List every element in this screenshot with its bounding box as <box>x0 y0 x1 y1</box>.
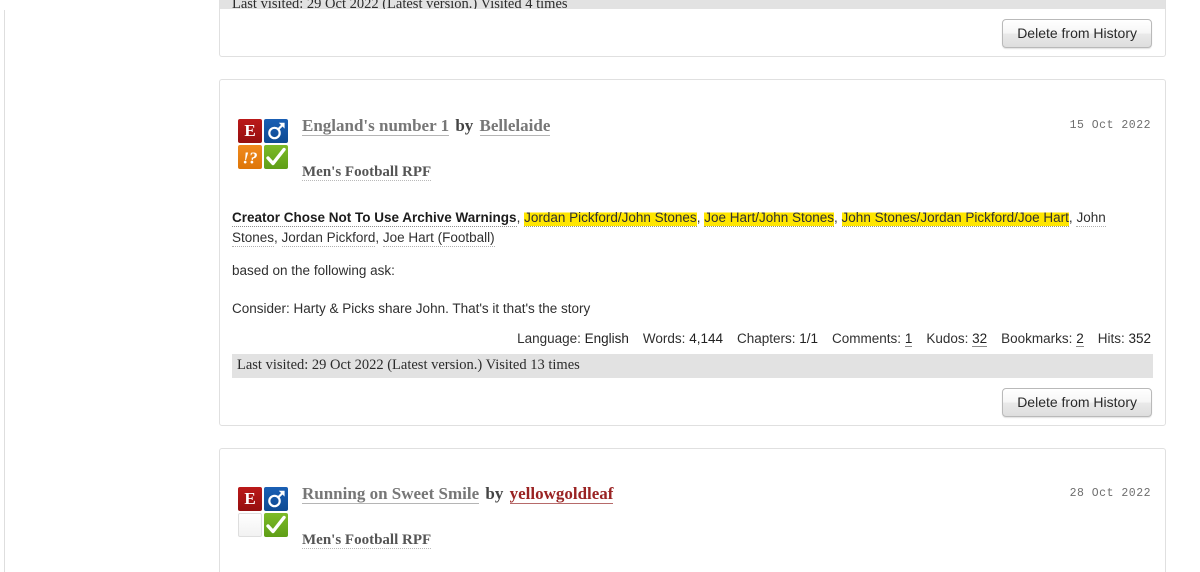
tag-link[interactable]: Joe Hart/John Stones <box>704 209 835 227</box>
work-title-link[interactable]: England's number 1 <box>302 115 450 136</box>
complete-icon[interactable] <box>264 144 288 169</box>
work-title-link[interactable]: Running on Sweet Smile <box>302 484 480 505</box>
stat-label: Hits: <box>1097 330 1129 346</box>
byline-word: by <box>455 115 474 135</box>
last-visited-banner: Last visited: 29 Oct 2022 (Latest versio… <box>232 353 1153 378</box>
work-author-link[interactable]: Bellelaide <box>479 115 551 136</box>
tag-link[interactable]: Jordan Pickford/John Stones <box>524 209 697 227</box>
stat-label: Words: <box>642 330 690 346</box>
work-item-clipped: Last visited: 29 Oct 2022 (Latest versio… <box>219 0 1166 57</box>
tag-character: Jordan Pickford <box>281 230 383 248</box>
byline-word: by <box>485 484 504 504</box>
required-tags: E !? <box>238 118 290 169</box>
history-page: Last visited: 29 Oct 2022 (Latest versio… <box>0 0 1200 572</box>
stat-label: Language: <box>517 330 585 346</box>
stat-bookmarks: Bookmarks: 2 <box>1001 330 1084 347</box>
work-author-link[interactable]: yellowgoldleaf <box>509 484 614 505</box>
work-actions: Delete from History <box>232 387 1153 417</box>
stat-label: Comments: <box>832 330 905 346</box>
work-tags-1: Creator Chose Not To Use Archive Warning… <box>232 208 1153 249</box>
tag-link[interactable]: Jordan Pickford <box>281 230 376 248</box>
work-stats-1: Language: English Words: 4,144 Chapters: 1… <box>232 330 1153 347</box>
work-fandoms: Men's Football RPF <box>302 530 1153 551</box>
stat-kudos: Kudos: 32 <box>926 330 988 347</box>
fandom-link[interactable]: Men's Football RPF <box>302 163 432 181</box>
tag-link[interactable]: John Stones/Jordan Pickford/Joe Hart <box>841 209 1069 227</box>
stat-label: Kudos: <box>926 330 973 346</box>
work-visited-date: 28 Oct 2022 <box>1069 487 1151 501</box>
work-heading: Running on Sweet Smile by yellowgoldleaf <box>302 481 1153 505</box>
tag-link[interactable]: Creator Chose Not To Use Archive Warning… <box>232 209 517 227</box>
tag-link[interactable]: Joe Hart (Football) <box>382 230 495 248</box>
work-item: E 28 Oct 2022 Running on Sweet Smile by … <box>219 447 1166 572</box>
category-mm-icon[interactable] <box>264 487 288 512</box>
work-summary-1: based on the following ask: Consider: Har… <box>232 261 1153 319</box>
tag-character: Joe Hart (Football) <box>382 230 495 248</box>
stat-value: English <box>584 330 629 346</box>
category-mm-icon[interactable] <box>264 118 288 143</box>
work-heading: England's number 1 by Bellelaide <box>302 113 1153 137</box>
fandom-link[interactable]: Men's Football RPF <box>302 532 432 550</box>
work-item: E !? 15 Oct 2022 England's number 1 by B… <box>219 79 1166 426</box>
works-list: Last visited: 29 Oct 2022 (Latest versio… <box>219 0 1166 572</box>
delete-from-history-button[interactable]: Delete from History <box>1002 19 1152 48</box>
delete-from-history-button[interactable]: Delete from History <box>1002 387 1152 417</box>
stat-label: Chapters: <box>736 330 800 346</box>
tag-relationship: Joe Hart/John Stones <box>704 209 842 227</box>
tag-relationship: John Stones/Jordan Pickford/Joe Hart <box>841 209 1076 227</box>
stat-value: 4,144 <box>689 330 723 346</box>
tag-warnings: Creator Chose Not To Use Archive Warning… <box>232 209 524 227</box>
tag-relationship: Jordan Pickford/John Stones <box>524 209 704 227</box>
stat-comments: Comments: 1 <box>832 330 913 347</box>
last-visited-banner-clipped: Last visited: 29 Oct 2022 (Latest versio… <box>220 0 1165 9</box>
stat-value: 1/1 <box>799 330 819 346</box>
stat-words: Words: 4,144 <box>643 331 723 346</box>
rating-explicit-icon[interactable]: E <box>238 118 262 143</box>
stat-value[interactable]: 2 <box>1076 330 1084 347</box>
summary-paragraph: based on the following ask: <box>232 262 395 278</box>
work-actions-clipped: Delete from History <box>232 19 1153 48</box>
work-header: E !? 15 Oct 2022 England's number 1 by B… <box>232 113 1153 183</box>
required-tags: E <box>238 487 290 538</box>
rating-explicit-icon[interactable]: E <box>238 487 262 512</box>
summary-paragraph: Consider: Harty & Picks share John. That… <box>232 300 591 316</box>
stat-chapters: Chapters: 1/1 <box>737 331 818 346</box>
page-left-rule <box>4 10 5 572</box>
svg-text:!?: !? <box>242 148 257 167</box>
stat-language: Language: English <box>517 331 629 346</box>
work-visited-date: 15 Oct 2022 <box>1069 118 1151 132</box>
stat-hits: Hits: 352 <box>1098 331 1151 346</box>
warning-none-icon[interactable] <box>238 513 262 538</box>
complete-icon[interactable] <box>264 513 288 538</box>
stat-value[interactable]: 1 <box>904 330 913 347</box>
warning-choosenotto-icon[interactable]: !? <box>238 144 262 169</box>
stat-value: 352 <box>1128 330 1151 346</box>
stat-label: Bookmarks: <box>1001 330 1077 346</box>
work-header: E 28 Oct 2022 Running on Sweet Smile by … <box>232 481 1153 551</box>
work-fandoms: Men's Football RPF <box>302 162 1153 183</box>
stat-value[interactable]: 32 <box>972 330 988 347</box>
